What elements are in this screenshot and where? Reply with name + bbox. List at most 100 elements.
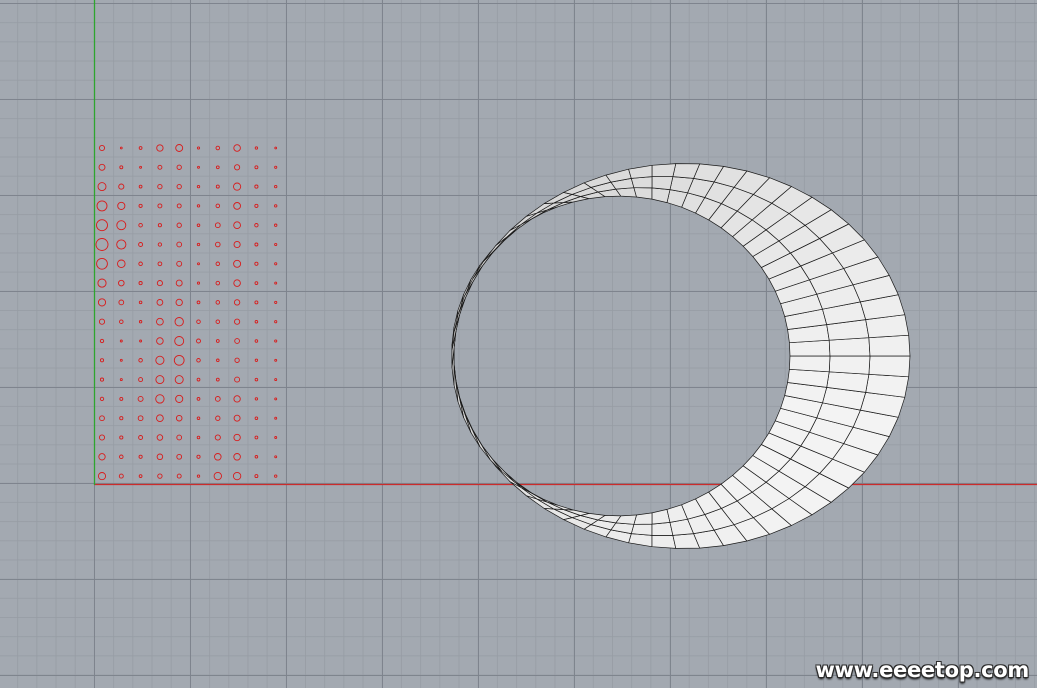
grid-point-circle <box>254 261 259 266</box>
grid-point-circle <box>254 184 259 189</box>
grid-point-circle <box>175 394 184 403</box>
mesh-face <box>651 176 674 190</box>
grid-point-circle <box>138 377 144 383</box>
grid-point-circle <box>274 416 278 420</box>
grid-point-circle <box>274 378 278 382</box>
grid-point-circle <box>215 145 221 151</box>
grid-point-circle <box>196 300 201 305</box>
mesh-face <box>464 265 483 297</box>
grid-point-circle <box>274 436 278 439</box>
grid-point-circle <box>274 474 278 478</box>
grid-point-circle <box>254 416 259 420</box>
grid-point-circle <box>196 377 201 382</box>
grid-point-circle <box>196 223 201 227</box>
grid-point-circle <box>176 222 182 228</box>
grid-point-circle <box>99 338 105 344</box>
grid-point-circle <box>97 278 107 288</box>
grid-point-circle <box>234 338 240 344</box>
grid-point-circle <box>98 434 106 441</box>
grid-point-circle <box>119 416 124 421</box>
grid-point-circle <box>99 358 105 363</box>
grid-point-circle <box>116 239 127 250</box>
mesh-face <box>651 535 677 549</box>
grid-point-circle <box>233 395 241 403</box>
grid-point-circle <box>233 144 241 152</box>
grid-point-circle <box>99 377 105 382</box>
mesh-face <box>472 430 491 461</box>
grid-point-circle <box>97 182 107 192</box>
mesh-face <box>828 355 871 375</box>
grid-point-circle <box>138 454 143 459</box>
grid-point-circle <box>254 339 259 343</box>
grid-point-circle <box>155 375 165 385</box>
grid-point-circle <box>156 299 164 306</box>
grid-point-circle <box>196 454 201 459</box>
grid-point-circle <box>196 474 201 478</box>
grid-point-circle <box>157 473 163 479</box>
rhino-viewport[interactable]: www.eeeetop.com <box>0 0 1037 688</box>
grid-point-circle <box>233 279 241 287</box>
mesh-face <box>509 212 538 231</box>
mesh-face <box>481 444 503 472</box>
grid-point-circle <box>174 317 184 327</box>
grid-point-circle <box>213 471 222 481</box>
grid-point-circle <box>196 358 201 363</box>
grid-point-circle <box>233 433 241 442</box>
grid-point-circle <box>196 397 201 401</box>
grid-point-circle <box>139 339 143 343</box>
grid-point-circle <box>98 453 106 461</box>
grid-point-circle <box>254 242 259 247</box>
grid-point-circle <box>196 146 201 150</box>
grid-point-circle <box>197 165 200 169</box>
grid-point-circle <box>214 453 222 461</box>
grid-point-circle <box>99 396 105 402</box>
grid-point-circle <box>119 435 124 440</box>
mesh-face <box>506 218 533 238</box>
grid-point-circle <box>98 144 106 152</box>
grid-point-circle <box>233 240 241 249</box>
grid-point-circle <box>233 221 241 230</box>
grid-point-circle <box>119 339 123 343</box>
grid-point-circle <box>157 223 162 228</box>
grid-point-circle <box>156 280 163 287</box>
grid-point-circle <box>138 320 143 324</box>
grid-point-circle <box>196 416 201 420</box>
grid-point-circle <box>234 376 241 383</box>
grid-point-circle <box>116 220 127 231</box>
scene-canvas[interactable] <box>0 0 1037 688</box>
grid-point-circle <box>156 337 164 345</box>
grid-point-circle <box>196 435 201 440</box>
grid-point-circle <box>274 146 278 150</box>
grid-point-circle <box>254 300 259 305</box>
grid-point-circle <box>215 203 221 209</box>
mobius-strip-surface[interactable] <box>451 163 911 549</box>
grid-point-circle <box>254 281 259 285</box>
grid-point-circle <box>196 281 201 285</box>
grid-point-circle <box>175 414 183 422</box>
mesh-face <box>828 337 871 357</box>
mesh-face <box>482 236 507 262</box>
grid-point-circle <box>156 144 164 152</box>
grid-point-circle <box>138 281 143 286</box>
grid-point-circle <box>176 260 183 267</box>
mesh-face <box>503 471 529 492</box>
grid-point-circle <box>117 201 126 210</box>
grid-point-circle <box>174 336 185 346</box>
mesh-face <box>789 355 831 373</box>
grid-point-circle <box>216 358 220 363</box>
grid-point-circle <box>233 299 241 306</box>
mesh-face <box>630 523 653 536</box>
mesh-face <box>472 250 495 279</box>
grid-point-circle <box>215 339 220 343</box>
grid-point-circle <box>215 280 221 286</box>
mesh-face <box>651 163 677 177</box>
grid-point-circle <box>137 415 144 422</box>
grid-point-circle <box>98 163 106 171</box>
mesh-face <box>651 522 674 536</box>
grid-point-circle <box>214 222 221 229</box>
grid-point-circle <box>138 222 143 228</box>
grid-point-circle <box>254 474 259 479</box>
grid-point-circle <box>176 241 183 248</box>
grid-point-circle <box>234 318 241 325</box>
grid-point-circle <box>215 319 221 324</box>
